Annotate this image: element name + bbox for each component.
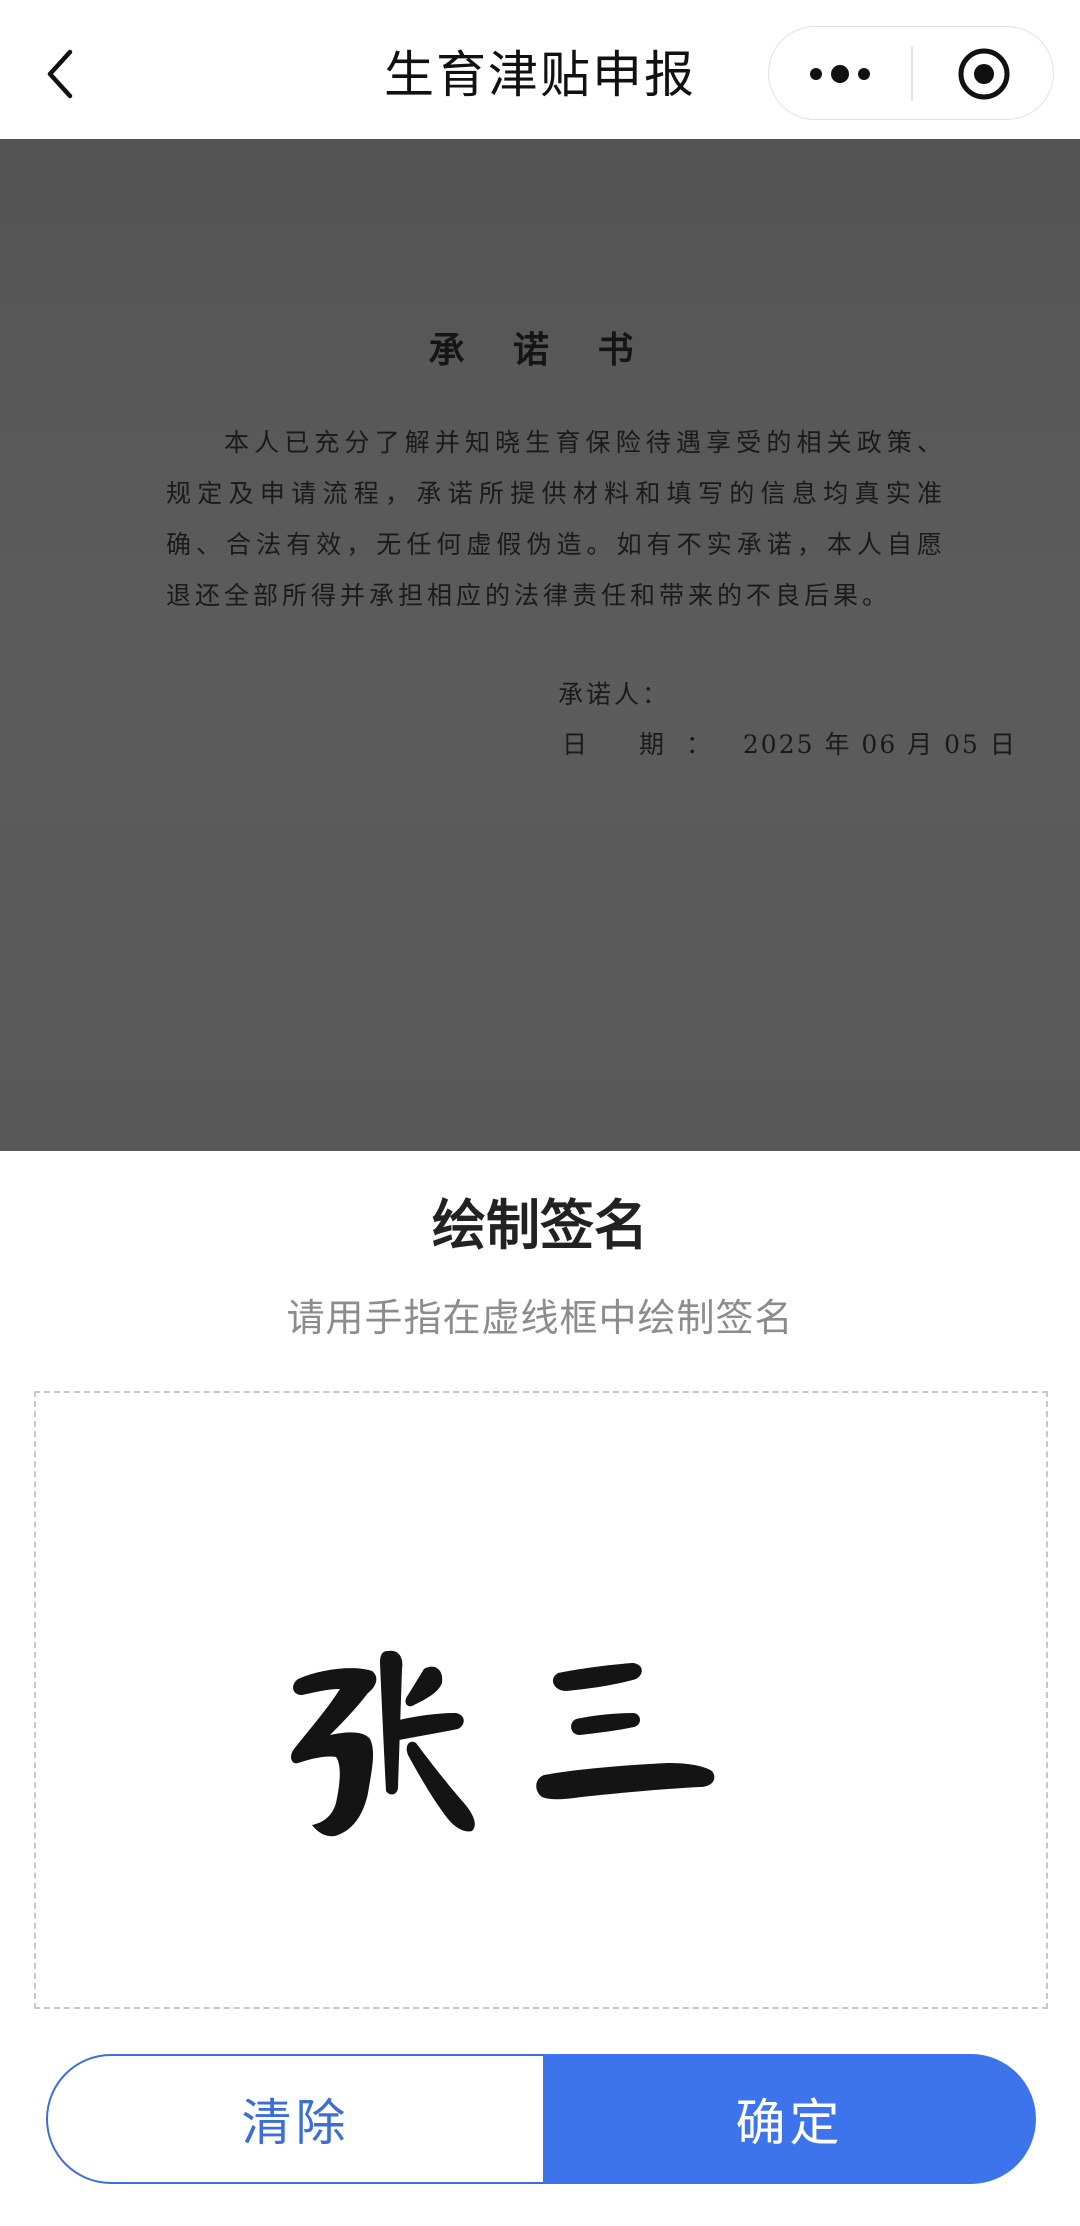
document-title: 承 诺 书 bbox=[428, 329, 652, 371]
clear-button[interactable]: 清除 bbox=[46, 2054, 543, 2184]
pledger-label: 承诺人： bbox=[558, 680, 671, 709]
panel-subtitle: 请用手指在虚线框中绘制签名 bbox=[286, 1296, 794, 1340]
pledge-document: 承 诺 书 本人已充分了解并知晓生育保险待遇享受的相关政策、规定及申请流程，承诺… bbox=[0, 139, 1080, 1151]
mini-program-capsule bbox=[768, 26, 1054, 120]
signature-canvas[interactable] bbox=[34, 1391, 1048, 2009]
navigation-bar: 生育津贴申报 bbox=[0, 0, 1080, 139]
confirm-button[interactable]: 确定 bbox=[543, 2054, 1036, 2184]
action-buttons: 清除 确定 bbox=[46, 2054, 1036, 2184]
signature-drawing bbox=[291, 1650, 715, 1837]
panel-title: 绘制签名 bbox=[432, 1194, 648, 1257]
target-circle-icon bbox=[958, 48, 1010, 100]
date-line: 日 期： 2025 年 06 月 05 日 bbox=[562, 725, 1017, 761]
date-value: 2025 年 06 月 05 日 bbox=[742, 730, 1017, 759]
more-dots-icon bbox=[810, 65, 870, 83]
document-body: 本人已充分了解并知晓生育保险待遇享受的相关政策、规定及申请流程，承诺所提供材料和… bbox=[166, 428, 946, 610]
date-label: 日 期： bbox=[562, 730, 733, 759]
more-button[interactable] bbox=[769, 27, 911, 121]
close-mini-program-button[interactable] bbox=[913, 27, 1055, 121]
signature-panel: 绘制签名 请用手指在虚线框中绘制签名 清除 确定 bbox=[0, 1151, 1080, 2226]
